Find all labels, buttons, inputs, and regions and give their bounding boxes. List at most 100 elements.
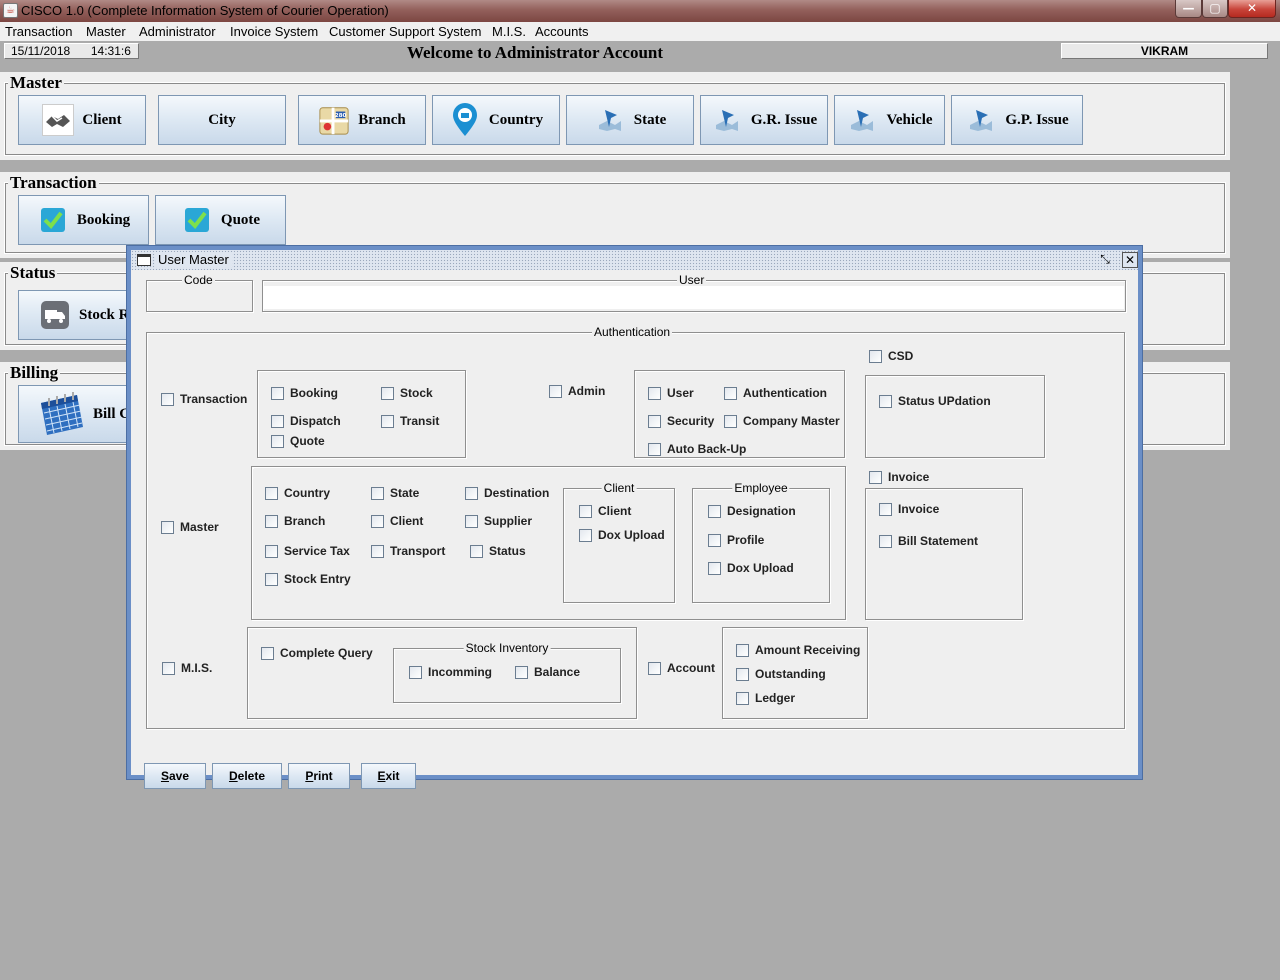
user-master-title-bar[interactable]: User Master ⤡ ✕ [131, 250, 1138, 270]
amount-receiving-checkbox[interactable]: Amount Receiving [736, 643, 860, 657]
checkbox-box[interactable] [470, 544, 483, 558]
balance-checkbox[interactable]: Balance [515, 665, 580, 679]
checkbox-box[interactable] [409, 665, 422, 679]
account-checkbox[interactable]: Account [648, 661, 715, 675]
checkbox-box[interactable] [265, 486, 278, 500]
checkbox-box[interactable] [736, 667, 749, 681]
client-dox-upload-checkbox[interactable]: Dox Upload [579, 528, 665, 542]
checkbox-box[interactable] [869, 470, 882, 484]
checkbox-box[interactable] [579, 528, 592, 542]
restore-icon[interactable]: ⤡ [1097, 252, 1113, 268]
menu-administrator[interactable]: Administrator [139, 24, 216, 39]
checkbox-box[interactable] [724, 414, 737, 428]
ledger-checkbox[interactable]: Ledger [736, 691, 795, 705]
checkbox-box[interactable] [465, 514, 478, 528]
quote-button[interactable]: Quote [155, 195, 286, 245]
checkbox-box[interactable] [271, 386, 284, 400]
outstanding-checkbox[interactable]: Outstanding [736, 667, 826, 681]
checkbox-box[interactable] [648, 414, 661, 428]
checkbox-box[interactable] [271, 414, 284, 428]
checkbox-box[interactable] [162, 661, 175, 675]
window-title-bar[interactable]: ☕ CISCO 1.0 (Complete Information System… [0, 0, 1280, 22]
stock-entry-checkbox[interactable]: Stock Entry [265, 572, 351, 586]
delete-button[interactable]: Delete [212, 763, 282, 789]
maximize-button[interactable]: ▢ [1202, 0, 1228, 18]
booking-button[interactable]: Booking [18, 195, 149, 245]
security-checkbox[interactable]: Security [648, 414, 714, 428]
checkbox-box[interactable] [161, 392, 174, 406]
user-input[interactable] [264, 286, 1124, 309]
close-icon[interactable]: ✕ [1122, 252, 1138, 268]
client-checkbox[interactable]: Client [371, 514, 423, 528]
checkbox-box[interactable] [879, 534, 892, 548]
booking-checkbox[interactable]: Booking [271, 386, 338, 400]
invoice-item-checkbox[interactable]: Invoice [879, 502, 939, 516]
code-input[interactable] [149, 286, 250, 309]
menu-accounts[interactable]: Accounts [535, 24, 588, 39]
employee-dox-upload-checkbox[interactable]: Dox Upload [708, 561, 794, 575]
auto-backup-checkbox[interactable]: Auto Back-Up [648, 442, 746, 456]
csd-checkbox[interactable]: CSD [869, 349, 913, 363]
checkbox-box[interactable] [708, 533, 721, 547]
checkbox-box[interactable] [879, 502, 892, 516]
checkbox-box[interactable] [549, 384, 562, 398]
transaction-checkbox[interactable]: Transaction [161, 392, 247, 406]
city-button[interactable]: City [158, 95, 286, 145]
menu-invoice-system[interactable]: Invoice System [230, 24, 318, 39]
admin-checkbox[interactable]: Admin [549, 384, 605, 398]
checkbox-box[interactable] [515, 665, 528, 679]
checkbox-box[interactable] [648, 442, 661, 456]
transit-checkbox[interactable]: Transit [381, 414, 439, 428]
company-master-checkbox[interactable]: Company Master [724, 414, 840, 428]
invoice-checkbox[interactable]: Invoice [869, 470, 929, 484]
checkbox-box[interactable] [736, 643, 749, 657]
print-button[interactable]: Print [288, 763, 350, 789]
user-checkbox[interactable]: User [648, 386, 694, 400]
checkbox-box[interactable] [371, 514, 384, 528]
complete-query-checkbox[interactable]: Complete Query [261, 646, 373, 660]
bill-statement-checkbox[interactable]: Bill Statement [879, 534, 978, 548]
checkbox-box[interactable] [648, 661, 661, 675]
status-updation-checkbox[interactable]: Status UPdation [879, 394, 991, 408]
checkbox-box[interactable] [465, 486, 478, 500]
checkbox-box[interactable] [265, 544, 278, 558]
menu-mis[interactable]: M.I.S. [492, 24, 526, 39]
checkbox-box[interactable] [579, 504, 592, 518]
checkbox-box[interactable] [648, 386, 661, 400]
branch-checkbox[interactable]: Branch [265, 514, 325, 528]
quote-checkbox[interactable]: Quote [271, 434, 325, 448]
gr-issue-button[interactable]: G.R. Issue [700, 95, 828, 145]
client-client-checkbox[interactable]: Client [579, 504, 631, 518]
country-checkbox[interactable]: Country [265, 486, 330, 500]
gp-issue-button[interactable]: G.P. Issue [951, 95, 1083, 145]
authentication-checkbox[interactable]: Authentication [724, 386, 827, 400]
mis-checkbox[interactable]: M.I.S. [162, 661, 212, 675]
profile-checkbox[interactable]: Profile [708, 533, 764, 547]
checkbox-box[interactable] [371, 486, 384, 500]
destination-checkbox[interactable]: Destination [465, 486, 549, 500]
menu-master[interactable]: Master [86, 24, 126, 39]
checkbox-box[interactable] [381, 414, 394, 428]
service-tax-checkbox[interactable]: Service Tax [265, 544, 350, 558]
close-window-button[interactable]: ✕ [1228, 0, 1276, 18]
exit-button[interactable]: Exit [361, 763, 416, 789]
checkbox-box[interactable] [869, 349, 882, 363]
checkbox-box[interactable] [381, 386, 394, 400]
status-checkbox[interactable]: Status [470, 544, 526, 558]
checkbox-box[interactable] [736, 691, 749, 705]
supplier-checkbox[interactable]: Supplier [465, 514, 532, 528]
checkbox-box[interactable] [161, 520, 174, 534]
checkbox-box[interactable] [724, 386, 737, 400]
checkbox-box[interactable] [271, 434, 284, 448]
vehicle-button[interactable]: Vehicle [834, 95, 945, 145]
state-checkbox[interactable]: State [371, 486, 419, 500]
incomming-checkbox[interactable]: Incomming [409, 665, 492, 679]
checkbox-box[interactable] [265, 514, 278, 528]
checkbox-box[interactable] [265, 572, 278, 586]
state-button[interactable]: State [566, 95, 694, 145]
transport-checkbox[interactable]: Transport [371, 544, 445, 558]
stock-checkbox[interactable]: Stock [381, 386, 433, 400]
checkbox-box[interactable] [261, 646, 274, 660]
checkbox-box[interactable] [879, 394, 892, 408]
designation-checkbox[interactable]: Designation [708, 504, 796, 518]
